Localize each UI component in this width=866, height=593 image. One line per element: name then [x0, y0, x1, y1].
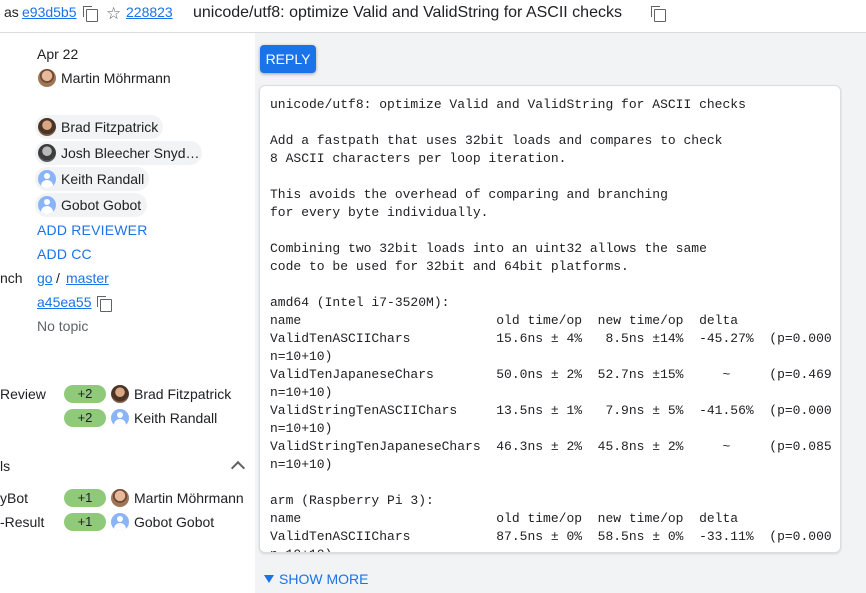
- add-cc-button[interactable]: ADD CC: [37, 246, 92, 262]
- label-name: -Result: [0, 514, 45, 530]
- triangle-down-icon: [264, 575, 274, 584]
- label-name: yBot: [0, 490, 29, 506]
- avatar: [38, 144, 56, 162]
- copy-icon[interactable]: [97, 296, 112, 312]
- reviewer-name: Gobot Gobot: [61, 197, 142, 213]
- reviewer-name: Keith Randall: [61, 171, 145, 187]
- commit-link[interactable]: e93d5b5: [22, 4, 77, 20]
- avatar: [111, 409, 129, 427]
- reply-button[interactable]: REPLY: [260, 45, 316, 73]
- vote-badge: +2: [64, 409, 106, 427]
- voter-name[interactable]: Keith Randall: [134, 410, 217, 426]
- avatar: [38, 118, 56, 136]
- voter-name[interactable]: Brad Fitzpatrick: [134, 386, 231, 402]
- avatar: [38, 170, 56, 188]
- vote-badge: +1: [64, 513, 106, 531]
- metadata-panel: Apr 22 Martin Möhrmann Brad Fitzpatrick …: [0, 33, 255, 593]
- star-icon[interactable]: ☆: [106, 5, 121, 22]
- owner-name[interactable]: Martin Möhrmann: [61, 70, 171, 86]
- vote-badge: +2: [64, 385, 106, 403]
- branch-label: nch: [0, 270, 23, 286]
- reviewer-name: Brad Fitzpatrick: [61, 119, 159, 135]
- topic-value[interactable]: No topic: [37, 318, 88, 334]
- code-review-label: Review: [0, 386, 46, 402]
- vote-badge: +1: [64, 489, 106, 507]
- repo-link[interactable]: go: [37, 270, 53, 286]
- change-number-link[interactable]: 228823: [126, 4, 173, 20]
- voter-name[interactable]: Martin Möhrmann: [134, 490, 244, 506]
- branch-separator: /: [56, 270, 60, 286]
- avatar: [111, 489, 129, 507]
- copy-title-icon[interactable]: [651, 6, 666, 22]
- branch-link[interactable]: master: [66, 270, 109, 286]
- collapse-chevron-up-icon[interactable]: [230, 460, 246, 476]
- labels-section-title: ls: [0, 458, 11, 474]
- avatar: [111, 513, 129, 531]
- avatar: [38, 69, 56, 87]
- copy-icon[interactable]: [83, 6, 98, 22]
- add-reviewer-button[interactable]: ADD REVIEWER: [37, 222, 148, 238]
- voter-name[interactable]: Gobot Gobot: [134, 514, 214, 530]
- parent-commit-link[interactable]: a45ea55: [37, 294, 92, 310]
- updated-date: Apr 22: [37, 46, 79, 62]
- change-header: as e93d5b5 ☆ 228823 unicode/utf8: optimi…: [0, 0, 866, 33]
- show-more-button[interactable]: SHOW MORE: [264, 571, 368, 587]
- page-title: unicode/utf8: optimize Valid and ValidSt…: [193, 4, 622, 21]
- avatar: [38, 196, 56, 214]
- as-prefix: as: [4, 4, 19, 20]
- reviewer-name: Josh Bleecher Snyd…: [61, 145, 200, 161]
- commit-message-box: unicode/utf8: optimize Valid and ValidSt…: [259, 85, 841, 553]
- avatar: [111, 385, 129, 403]
- show-more-label: SHOW MORE: [279, 571, 369, 587]
- commit-message-text: unicode/utf8: optimize Valid and ValidSt…: [270, 97, 832, 552]
